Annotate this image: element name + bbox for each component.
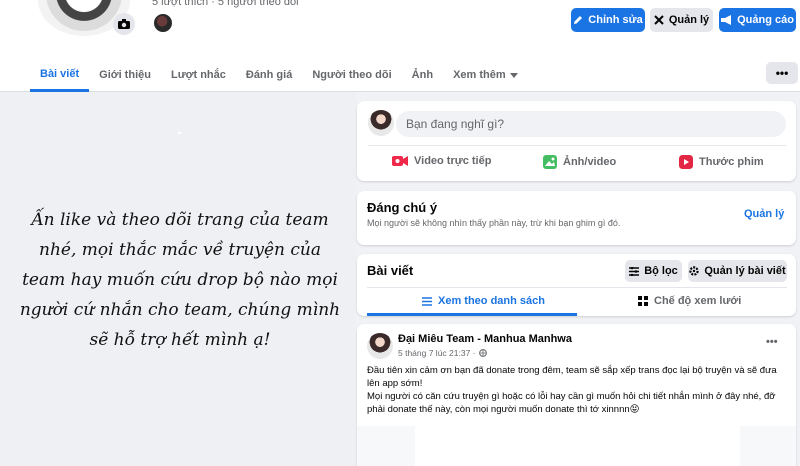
profile-tabs: Bài viết Giới thiệu Lượt nhắc Đánh giá N… <box>30 58 528 92</box>
promo-line: Ấn like và theo dõi trang của team <box>31 210 329 230</box>
live-video-icon <box>392 156 408 166</box>
active-tab-indicator <box>367 313 577 316</box>
tab-mentions[interactable]: Lượt nhắc <box>161 58 236 92</box>
post-text: Đầu tiên xin cảm ơn bạn đã donate trong … <box>367 364 787 416</box>
grid-icon <box>638 296 648 306</box>
list-view-tab[interactable]: Xem theo danh sách <box>422 295 545 307</box>
gear-icon <box>689 266 700 276</box>
post-paragraph: Đầu tiên xin cảm ơn bạn đã donate trong … <box>367 365 777 389</box>
list-icon <box>422 296 432 306</box>
promo-text: Ấn like và theo dõi trang của team nhé, … <box>10 205 350 355</box>
composer-input[interactable]: Bạn đang nghĩ gì? <box>396 111 786 137</box>
photo-video-button[interactable]: Ảnh/video <box>543 155 616 169</box>
tools-icon <box>654 15 664 25</box>
tab-posts[interactable]: Bài viết <box>30 58 90 92</box>
tab-followers[interactable]: Người theo dõi <box>302 58 401 92</box>
featured-title: Đáng chú ý <box>367 200 438 215</box>
filter-button[interactable]: Bộ lọc <box>625 260 682 282</box>
divider <box>368 145 786 146</box>
filter-icon <box>629 266 640 276</box>
post-paragraph: Mọi người có căn cứu truyện gì hoặc có l… <box>367 391 776 415</box>
divider <box>367 287 787 288</box>
ads-button[interactable]: Quảng cáo <box>719 8 796 32</box>
promo-line: nhé, mọi thắc mắc về truyện của <box>39 240 321 260</box>
post-timestamp[interactable]: 5 tháng 7 lúc 21:37 · <box>398 348 487 358</box>
reel-button[interactable]: Thước phim <box>679 155 764 169</box>
camera-icon[interactable] <box>113 13 135 35</box>
manage-posts-button[interactable]: Quản lý bài viết <box>688 260 787 282</box>
composer-avatar[interactable] <box>368 110 394 136</box>
promo-line: team hay muốn cứu drop bộ nào mọi <box>22 270 338 290</box>
grid-view-tab[interactable]: Chế độ xem lưới <box>638 295 741 307</box>
featured-description: Mọi người sẽ không nhìn thấy phần này, t… <box>367 218 621 228</box>
post-author-avatar[interactable] <box>367 333 393 359</box>
promo-line: sẽ hỗ trợ hết mình ạ! <box>89 330 271 350</box>
manage-button-label: Quản lý <box>668 14 710 26</box>
photo-icon <box>543 155 557 169</box>
tab-reviews[interactable]: Đánh giá <box>236 58 302 92</box>
globe-icon <box>478 349 487 357</box>
live-video-button[interactable]: Video trực tiếp <box>392 155 491 167</box>
follower-avatar[interactable] <box>152 12 174 34</box>
pencil-icon <box>574 16 583 24</box>
tab-about[interactable]: Giới thiệu <box>89 58 161 92</box>
promo-line: người cứ nhắn cho team, chúng mình <box>19 300 341 320</box>
decor-speck <box>178 132 181 134</box>
ads-button-label: Quảng cáo <box>737 14 794 26</box>
more-options-button[interactable]: ••• <box>766 62 798 84</box>
edit-button-label: Chỉnh sửa <box>588 14 643 26</box>
caret-down-icon <box>509 72 518 78</box>
post-menu-button[interactable]: ••• <box>766 336 778 348</box>
reel-icon <box>679 155 693 169</box>
post-author-name[interactable]: Đại Miêu Team - Manhua Manhwa <box>398 333 572 345</box>
tab-more[interactable]: Xem thêm <box>443 58 528 92</box>
edit-button[interactable]: Chỉnh sửa <box>571 8 645 32</box>
featured-manage-link[interactable]: Quản lý <box>744 208 784 220</box>
profile-meta: 5 lượt thích · 5 người theo dõi <box>152 0 299 8</box>
tab-photos[interactable]: Ảnh <box>402 58 443 92</box>
post-media-image[interactable] <box>415 426 740 466</box>
posts-title: Bài viết <box>367 263 414 278</box>
megaphone-icon <box>721 15 732 25</box>
manage-button[interactable]: Quản lý <box>650 8 713 32</box>
